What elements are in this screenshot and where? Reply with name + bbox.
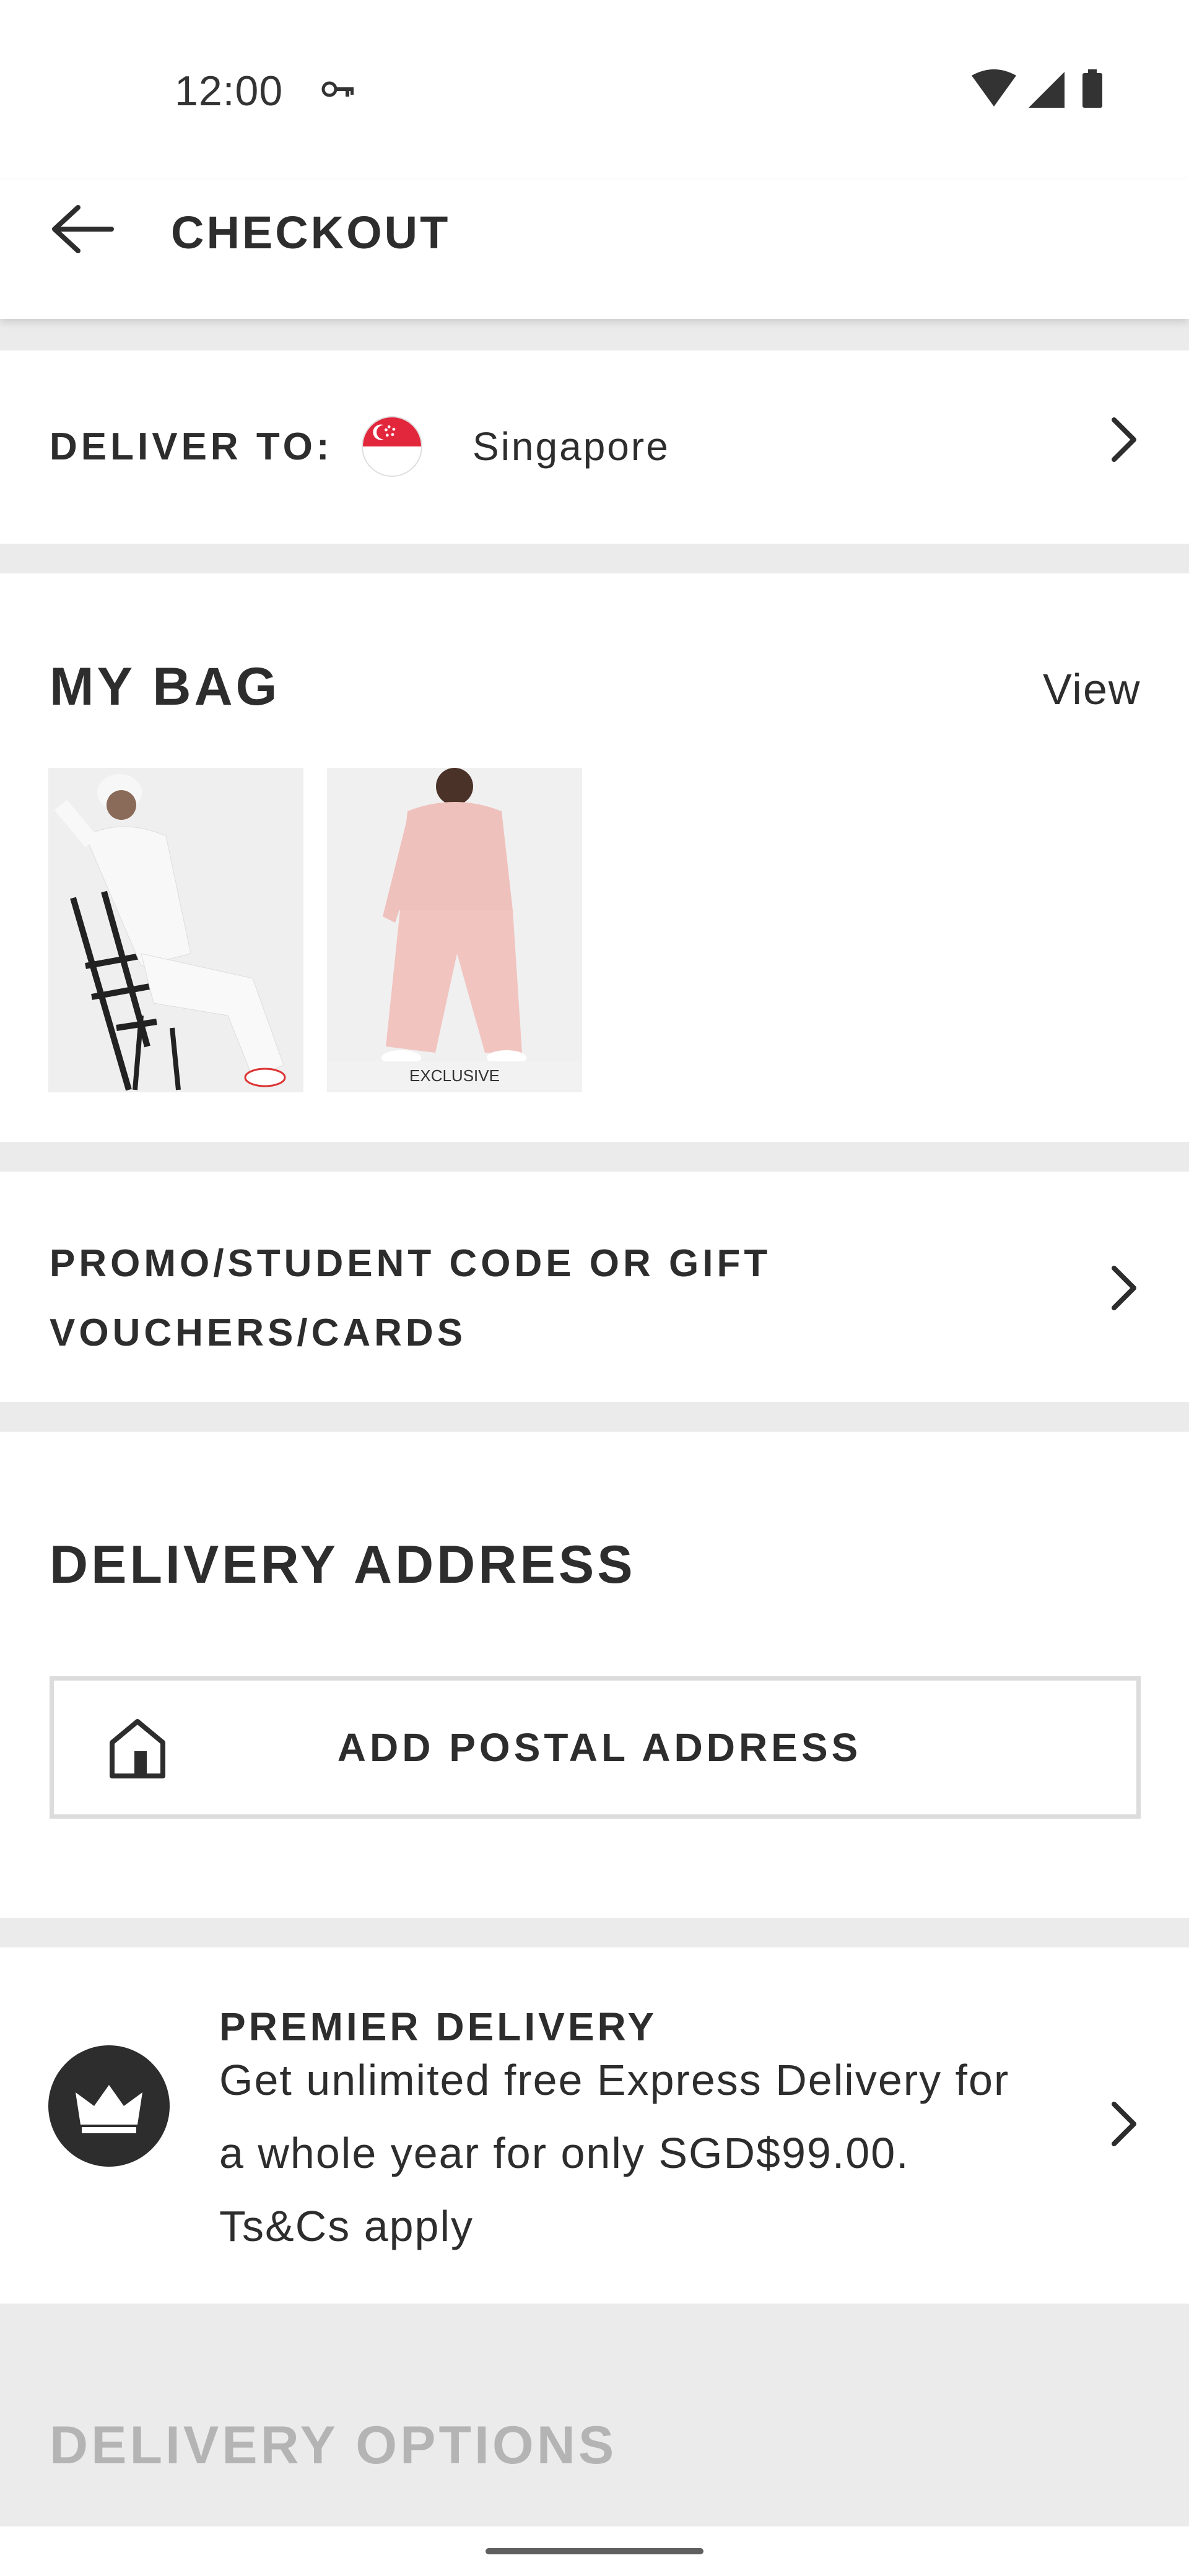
crown-icon [76,2085,142,2133]
bag-item-thumbnail[interactable] [48,768,303,1092]
battery-icon [1082,69,1102,108]
page-title: CHECKOUT [171,207,451,258]
add-postal-address-button[interactable]: ADD POSTAL ADDRESS [50,1676,1141,1819]
delivery-options-title: DELIVERY OPTIONS [50,2416,617,2475]
signal-icon [1029,72,1065,108]
view-bag-link[interactable]: View [1043,664,1141,714]
bag-item-thumbnail[interactable]: EXCLUSIVE [327,768,582,1092]
deliver-to-label: DELIVER TO: [50,425,333,468]
delivery-address-section [0,1432,1189,1918]
deliver-to-country: Singapore [473,424,670,469]
chevron-right-icon[interactable] [1105,1263,1143,1313]
vpn-key-icon [321,81,354,97]
singapore-flag-icon [362,416,422,477]
chevron-right-icon[interactable] [1105,2099,1143,2149]
premier-badge [48,2045,170,2167]
premier-delivery-title: PREMIER DELIVERY [219,2004,658,2049]
exclusive-badge: EXCLUSIVE [327,1061,582,1090]
my-bag-title: MY BAG [50,657,281,716]
system-status-icons [972,69,1102,108]
add-postal-address-label: ADD POSTAL ADDRESS [337,1725,862,1770]
premier-delivery-description: Get unlimited free Express Delivery for … [219,2056,1010,2250]
product-image [48,768,303,1092]
product-image [327,768,582,1092]
delivery-address-title: DELIVERY ADDRESS [50,1535,636,1595]
status-time: 12:00 [175,67,284,115]
chevron-right-icon[interactable] [1105,415,1143,464]
promo-code-label: PROMO/STUDENT CODE OR GIFT VOUCHERS/CARD… [50,1242,772,1354]
home-gesture-handle[interactable] [486,2548,703,2554]
wifi-icon [972,69,1016,107]
back-arrow-icon[interactable] [50,201,118,257]
